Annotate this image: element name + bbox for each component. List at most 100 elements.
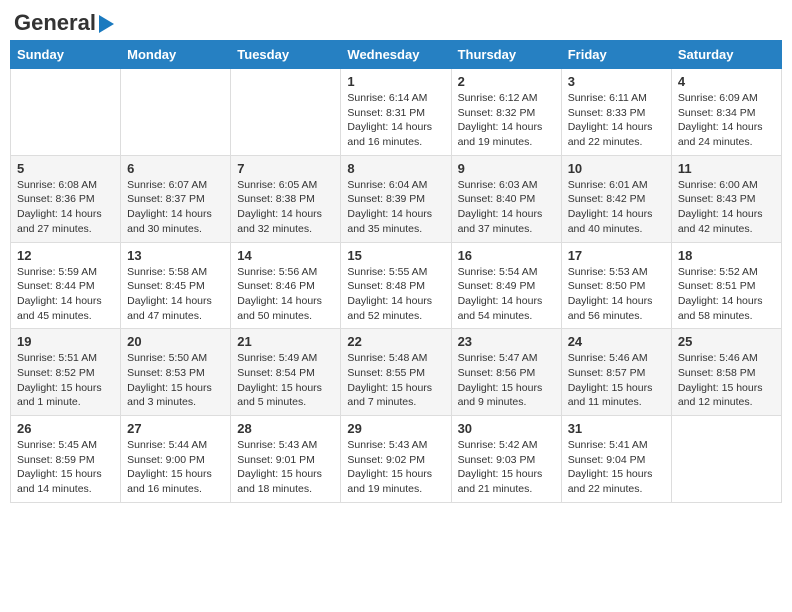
cell-content: Sunrise: 6:07 AMSunset: 8:37 PMDaylight:… bbox=[127, 178, 224, 237]
calendar-cell: 28Sunrise: 5:43 AMSunset: 9:01 PMDayligh… bbox=[231, 416, 341, 503]
calendar-cell: 2Sunrise: 6:12 AMSunset: 8:32 PMDaylight… bbox=[451, 69, 561, 156]
cell-content: Sunrise: 6:03 AMSunset: 8:40 PMDaylight:… bbox=[458, 178, 555, 237]
calendar-cell: 5Sunrise: 6:08 AMSunset: 8:36 PMDaylight… bbox=[11, 155, 121, 242]
cell-content: Sunrise: 6:11 AMSunset: 8:33 PMDaylight:… bbox=[568, 91, 665, 150]
page-header: General bbox=[10, 10, 782, 32]
day-number: 18 bbox=[678, 248, 775, 263]
day-number: 22 bbox=[347, 334, 444, 349]
calendar-cell: 9 Sunrise: 6:03 AMSunset: 8:40 PMDaylight… bbox=[451, 155, 561, 242]
day-number: 21 bbox=[237, 334, 334, 349]
calendar-cell: 14 Sunrise: 5:56 AMSunset: 8:46 PMDayligh… bbox=[231, 242, 341, 329]
day-number: 1 bbox=[347, 74, 444, 89]
calendar-cell bbox=[671, 416, 781, 503]
day-number: 6 bbox=[127, 161, 224, 176]
day-of-week-header: Friday bbox=[561, 41, 671, 69]
cell-content: Sunrise: 5:55 AMSunset: 8:48 PMDaylight:… bbox=[347, 265, 444, 324]
day-number: 27 bbox=[127, 421, 224, 436]
day-of-week-header: Saturday bbox=[671, 41, 781, 69]
cell-content: Sunrise: 6:12 AMSunset: 8:32 PMDaylight:… bbox=[458, 91, 555, 150]
calendar-cell: 12 Sunrise: 5:59 AMSunset: 8:44 PMDayligh… bbox=[11, 242, 121, 329]
calendar-cell: 24 Sunrise: 5:46 AMSunset: 8:57 PMDayligh… bbox=[561, 329, 671, 416]
cell-content: Sunrise: 5:46 AMSunset: 8:57 PMDaylight:… bbox=[568, 351, 665, 410]
day-number: 12 bbox=[17, 248, 114, 263]
cell-content: Sunrise: 5:49 AMSunset: 8:54 PMDaylight:… bbox=[237, 351, 334, 410]
calendar-cell: 29 Sunrise: 5:43 AMSunset: 9:02 PMDayligh… bbox=[341, 416, 451, 503]
day-number: 31 bbox=[568, 421, 665, 436]
day-number: 5 bbox=[17, 161, 114, 176]
day-number: 29 bbox=[347, 421, 444, 436]
cell-content: Sunrise: 5:51 AMSunset: 8:52 PMDaylight:… bbox=[17, 351, 114, 410]
calendar-week-row: 19 Sunrise: 5:51 AMSunset: 8:52 PMDayligh… bbox=[11, 329, 782, 416]
calendar-cell: 3 Sunrise: 6:11 AMSunset: 8:33 PMDaylight… bbox=[561, 69, 671, 156]
logo: General bbox=[14, 10, 114, 32]
cell-content: Sunrise: 6:04 AMSunset: 8:39 PMDaylight:… bbox=[347, 178, 444, 237]
calendar-cell: 6 Sunrise: 6:07 AMSunset: 8:37 PMDaylight… bbox=[121, 155, 231, 242]
day-number: 23 bbox=[458, 334, 555, 349]
calendar-cell: 21 Sunrise: 5:49 AMSunset: 8:54 PMDayligh… bbox=[231, 329, 341, 416]
day-number: 11 bbox=[678, 161, 775, 176]
cell-content: Sunrise: 5:41 AMSunset: 9:04 PMDaylight:… bbox=[568, 438, 665, 497]
day-number: 9 bbox=[458, 161, 555, 176]
logo-general-text: General bbox=[14, 10, 96, 36]
day-of-week-header: Thursday bbox=[451, 41, 561, 69]
cell-content: Sunrise: 5:48 AMSunset: 8:55 PMDaylight:… bbox=[347, 351, 444, 410]
cell-content: Sunrise: 6:00 AMSunset: 8:43 PMDaylight:… bbox=[678, 178, 775, 237]
day-number: 3 bbox=[568, 74, 665, 89]
day-number: 4 bbox=[678, 74, 775, 89]
calendar-week-row: 12 Sunrise: 5:59 AMSunset: 8:44 PMDayligh… bbox=[11, 242, 782, 329]
calendar-week-row: 5Sunrise: 6:08 AMSunset: 8:36 PMDaylight… bbox=[11, 155, 782, 242]
day-number: 14 bbox=[237, 248, 334, 263]
calendar-cell: 4 Sunrise: 6:09 AMSunset: 8:34 PMDaylight… bbox=[671, 69, 781, 156]
day-number: 30 bbox=[458, 421, 555, 436]
day-number: 16 bbox=[458, 248, 555, 263]
day-number: 17 bbox=[568, 248, 665, 263]
day-number: 15 bbox=[347, 248, 444, 263]
cell-content: Sunrise: 5:53 AMSunset: 8:50 PMDaylight:… bbox=[568, 265, 665, 324]
calendar-cell bbox=[121, 69, 231, 156]
cell-content: Sunrise: 6:09 AMSunset: 8:34 PMDaylight:… bbox=[678, 91, 775, 150]
day-of-week-header: Tuesday bbox=[231, 41, 341, 69]
cell-content: Sunrise: 5:50 AMSunset: 8:53 PMDaylight:… bbox=[127, 351, 224, 410]
day-number: 25 bbox=[678, 334, 775, 349]
calendar-week-row: 1 Sunrise: 6:14 AMSunset: 8:31 PMDaylight… bbox=[11, 69, 782, 156]
calendar-cell: 22 Sunrise: 5:48 AMSunset: 8:55 PMDayligh… bbox=[341, 329, 451, 416]
calendar-cell: 1 Sunrise: 6:14 AMSunset: 8:31 PMDaylight… bbox=[341, 69, 451, 156]
day-number: 26 bbox=[17, 421, 114, 436]
day-number: 24 bbox=[568, 334, 665, 349]
calendar-cell: 19 Sunrise: 5:51 AMSunset: 8:52 PMDayligh… bbox=[11, 329, 121, 416]
calendar-table: SundayMondayTuesdayWednesdayThursdayFrid… bbox=[10, 40, 782, 503]
calendar-cell: 18Sunrise: 5:52 AMSunset: 8:51 PMDayligh… bbox=[671, 242, 781, 329]
calendar-cell: 15 Sunrise: 5:55 AMSunset: 8:48 PMDayligh… bbox=[341, 242, 451, 329]
calendar-cell bbox=[11, 69, 121, 156]
cell-content: Sunrise: 5:58 AMSunset: 8:45 PMDaylight:… bbox=[127, 265, 224, 324]
calendar-cell: 31 Sunrise: 5:41 AMSunset: 9:04 PMDayligh… bbox=[561, 416, 671, 503]
cell-content: Sunrise: 5:43 AMSunset: 9:02 PMDaylight:… bbox=[347, 438, 444, 497]
calendar-cell: 30 Sunrise: 5:42 AMSunset: 9:03 PMDayligh… bbox=[451, 416, 561, 503]
day-number: 8 bbox=[347, 161, 444, 176]
calendar-cell: 10Sunrise: 6:01 AMSunset: 8:42 PMDayligh… bbox=[561, 155, 671, 242]
cell-content: Sunrise: 5:46 AMSunset: 8:58 PMDaylight:… bbox=[678, 351, 775, 410]
cell-content: Sunrise: 5:59 AMSunset: 8:44 PMDaylight:… bbox=[17, 265, 114, 324]
cell-content: Sunrise: 5:54 AMSunset: 8:49 PMDaylight:… bbox=[458, 265, 555, 324]
calendar-cell: 17 Sunrise: 5:53 AMSunset: 8:50 PMDayligh… bbox=[561, 242, 671, 329]
calendar-cell: 8 Sunrise: 6:04 AMSunset: 8:39 PMDaylight… bbox=[341, 155, 451, 242]
cell-content: Sunrise: 5:44 AMSunset: 9:00 PMDaylight:… bbox=[127, 438, 224, 497]
cell-content: Sunrise: 5:42 AMSunset: 9:03 PMDaylight:… bbox=[458, 438, 555, 497]
day-number: 19 bbox=[17, 334, 114, 349]
day-of-week-header: Wednesday bbox=[341, 41, 451, 69]
calendar-cell: 27 Sunrise: 5:44 AMSunset: 9:00 PMDayligh… bbox=[121, 416, 231, 503]
cell-content: Sunrise: 6:05 AMSunset: 8:38 PMDaylight:… bbox=[237, 178, 334, 237]
cell-content: Sunrise: 5:56 AMSunset: 8:46 PMDaylight:… bbox=[237, 265, 334, 324]
cell-content: Sunrise: 6:01 AMSunset: 8:42 PMDaylight:… bbox=[568, 178, 665, 237]
cell-content: Sunrise: 5:45 AMSunset: 8:59 PMDaylight:… bbox=[17, 438, 114, 497]
day-number: 13 bbox=[127, 248, 224, 263]
calendar-cell: 11 Sunrise: 6:00 AMSunset: 8:43 PMDayligh… bbox=[671, 155, 781, 242]
day-number: 28 bbox=[237, 421, 334, 436]
calendar-week-row: 26 Sunrise: 5:45 AMSunset: 8:59 PMDayligh… bbox=[11, 416, 782, 503]
cell-content: Sunrise: 5:47 AMSunset: 8:56 PMDaylight:… bbox=[458, 351, 555, 410]
calendar-cell: 23 Sunrise: 5:47 AMSunset: 8:56 PMDayligh… bbox=[451, 329, 561, 416]
cell-content: Sunrise: 6:14 AMSunset: 8:31 PMDaylight:… bbox=[347, 91, 444, 150]
day-number: 7 bbox=[237, 161, 334, 176]
calendar-cell: 16 Sunrise: 5:54 AMSunset: 8:49 PMDayligh… bbox=[451, 242, 561, 329]
calendar-cell: 7 Sunrise: 6:05 AMSunset: 8:38 PMDaylight… bbox=[231, 155, 341, 242]
